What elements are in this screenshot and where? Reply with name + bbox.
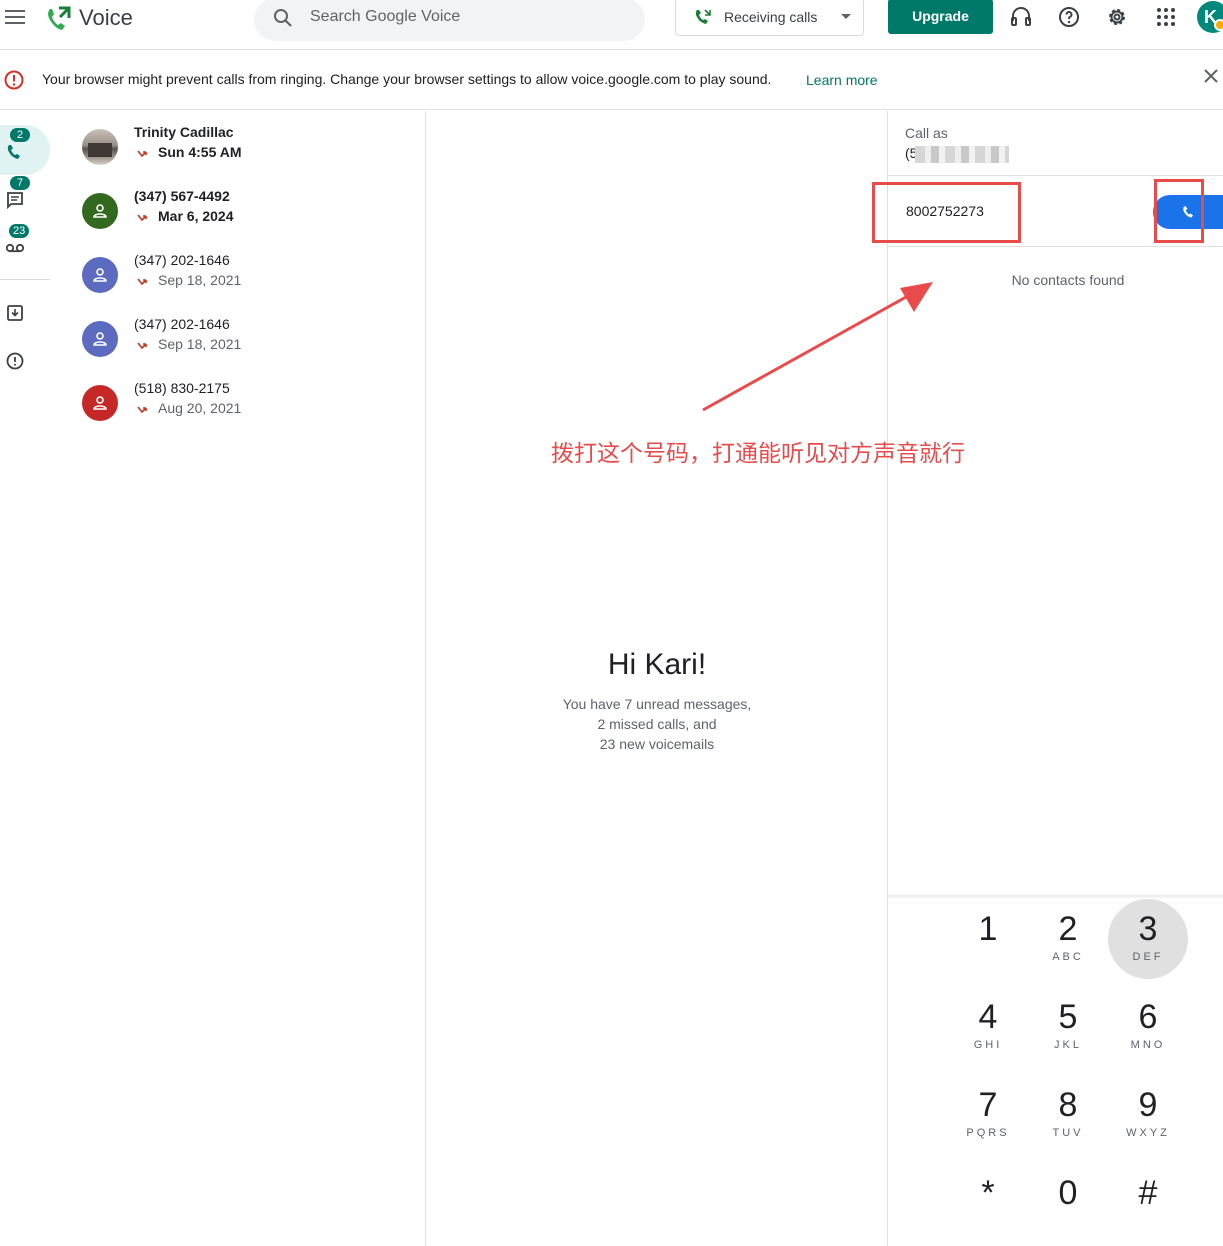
- annotation-box-call-button: [1154, 179, 1204, 243]
- call-time: Mar 6, 2024: [158, 208, 234, 224]
- call-time: Sep 18, 2021: [158, 336, 242, 352]
- voice-logo-icon[interactable]: [44, 5, 72, 33]
- call-contact-name: (347) 202-1646: [134, 252, 230, 268]
- dialer-divider: [888, 246, 1223, 247]
- call-time: Aug 20, 2021: [158, 400, 242, 416]
- contact-avatar: [82, 257, 118, 293]
- key-4[interactable]: 4 GHI: [948, 987, 1028, 1067]
- apps-grid-icon[interactable]: [1154, 5, 1178, 29]
- welcome-missed-calls: 2 missed calls, and: [597, 716, 717, 732]
- top-bar: Voice Receiving calls Upgrade: [0, 0, 1223, 50]
- call-time: Sun 4:55 AM: [158, 144, 242, 160]
- voicemail-nav-icon[interactable]: [5, 238, 25, 258]
- call-contact-name: (347) 567-4492: [134, 188, 230, 204]
- calls-badge: 2: [10, 128, 30, 142]
- search-bar[interactable]: [254, 0, 645, 41]
- call-list-item[interactable]: Trinity Cadillac Sun 4:55 AM: [80, 124, 410, 184]
- learn-more-link[interactable]: Learn more: [806, 72, 878, 88]
- messages-nav-icon[interactable]: [5, 190, 25, 210]
- call-time: Sep 18, 2021: [158, 272, 242, 288]
- key-6[interactable]: 6 MNO: [1108, 987, 1188, 1067]
- key-0[interactable]: 0: [1028, 1163, 1108, 1243]
- account-status-dot: [1214, 19, 1223, 31]
- key-1[interactable]: 1: [948, 899, 1028, 979]
- key-3[interactable]: 3 DEF: [1108, 899, 1188, 979]
- person-icon: [93, 268, 107, 282]
- call-list-item[interactable]: (347) 202-1646 Sep 18, 2021: [80, 316, 410, 376]
- chevron-down-icon: [841, 14, 851, 19]
- menu-icon[interactable]: [5, 10, 25, 26]
- messages-badge: 7: [10, 176, 30, 190]
- key-star[interactable]: *: [948, 1163, 1028, 1243]
- contact-avatar: [82, 193, 118, 229]
- key-9[interactable]: 9 WXYZ: [1108, 1075, 1188, 1155]
- app-title[interactable]: Voice: [79, 5, 133, 31]
- key-2[interactable]: 2 ABC: [1028, 899, 1108, 979]
- archive-icon[interactable]: [5, 303, 25, 323]
- call-list-item[interactable]: (347) 567-4492 Mar 6, 2024: [80, 188, 410, 248]
- welcome-unread-messages: You have 7 unread messages,: [562, 696, 752, 712]
- voicemail-badge: 23: [9, 224, 30, 238]
- error-icon: [4, 70, 24, 90]
- search-input[interactable]: [310, 6, 630, 28]
- missed-call-icon: [137, 150, 147, 158]
- missed-call-icon: [137, 214, 147, 222]
- rail-divider: [0, 279, 50, 280]
- settings-icon[interactable]: [1105, 5, 1129, 29]
- key-7[interactable]: 7 PQRS: [948, 1075, 1028, 1155]
- person-icon: [93, 204, 107, 218]
- phone-forward-icon: [695, 9, 711, 24]
- call-contact-name: Trinity Cadillac: [134, 124, 234, 140]
- call-contact-name: (347) 202-1646: [134, 316, 230, 332]
- receiving-calls-label: Receiving calls: [724, 9, 818, 25]
- welcome-voicemails: 23 new voicemails: [599, 736, 715, 752]
- missed-call-icon: [137, 278, 147, 286]
- welcome-title: Hi Kari!: [607, 648, 707, 681]
- contact-avatar: [82, 321, 118, 357]
- help-icon[interactable]: [1057, 5, 1081, 29]
- call-list-item[interactable]: (518) 830-2175 Aug 20, 2021: [80, 380, 410, 440]
- missed-call-icon: [137, 406, 147, 414]
- key-5[interactable]: 5 JKL: [1028, 987, 1108, 1067]
- key-hash[interactable]: #: [1108, 1163, 1188, 1243]
- annotation-text: 拨打这个号码，打通能听见对方声音就行: [551, 441, 965, 467]
- close-icon[interactable]: [1202, 67, 1220, 85]
- annotation-box-number: [872, 182, 1021, 243]
- spam-icon[interactable]: [5, 351, 25, 371]
- call-contact-name: (518) 830-2175: [134, 380, 230, 396]
- calls-nav-icon[interactable]: [5, 142, 25, 162]
- dialer-divider: [888, 175, 1223, 176]
- receiving-calls-dropdown[interactable]: Receiving calls: [675, 0, 864, 36]
- call-list-item[interactable]: (347) 202-1646 Sep 18, 2021: [80, 252, 410, 312]
- annotation-arrow-icon: [702, 282, 933, 412]
- headset-icon[interactable]: [1009, 5, 1033, 29]
- call-as-label: Call as: [905, 125, 948, 141]
- missed-call-icon: [137, 342, 147, 350]
- contact-avatar: [82, 385, 118, 421]
- search-icon[interactable]: [272, 7, 294, 29]
- upgrade-button[interactable]: Upgrade: [888, 0, 993, 34]
- person-icon: [93, 332, 107, 346]
- sound-warning-banner: Your browser might prevent calls from ri…: [0, 51, 1223, 110]
- redacted-number: [915, 146, 1009, 163]
- key-8[interactable]: 8 TUV: [1028, 1075, 1108, 1155]
- person-icon: [93, 396, 107, 410]
- banner-message: Your browser might prevent calls from ri…: [42, 71, 772, 87]
- contact-photo-avatar: [82, 129, 118, 165]
